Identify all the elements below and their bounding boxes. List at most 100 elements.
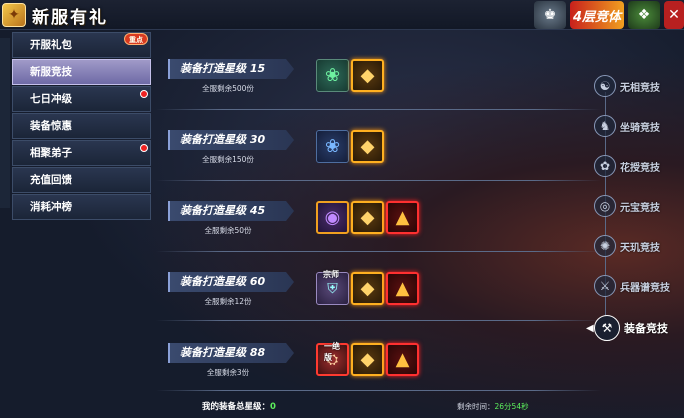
row-banner: 装备打造星级 88 (168, 343, 294, 363)
reward-row: 装备打造星级 30 全服剩余150份 ❀ ◆ (168, 128, 598, 188)
notification-dot (140, 144, 148, 152)
notification-dot (140, 90, 148, 98)
title-group: ✦ 新服有礼 (0, 0, 108, 30)
row-title: 装备打造星级 88 (180, 346, 266, 359)
sidebar: 开服礼包 重点 新服竞技 七日冲级 装备惊惠 相聚弟子 充值回馈 消耗冲榜 (12, 32, 151, 221)
row-title: 装备打造星级 15 (180, 62, 266, 75)
row-remaining: 全服剩余150份 (202, 155, 254, 164)
row-banner: 装备打造星级 60 (168, 272, 294, 292)
sidebar-item-label: 消耗冲榜 (30, 201, 72, 213)
row-divider (156, 390, 601, 391)
highlight-badge: 重点 (124, 33, 148, 45)
star-icon: ✺ (594, 235, 616, 257)
reward-row: 装备打造星级 15 全服剩余500份 ❀ ◆ (168, 57, 598, 117)
reward-items: ◉ ◆ ▲ (316, 201, 419, 234)
gift-icon[interactable]: ❖ (628, 1, 660, 29)
total-star-level: 我的装备总星级：0 (202, 400, 276, 412)
sidebar-item-seven-day-leveling[interactable]: 七日冲级 (12, 86, 151, 112)
blue-gem-icon[interactable]: ❀ (316, 130, 349, 163)
row-remaining: 全服剩余500份 (202, 84, 254, 93)
nav-label: 无相竞技 (620, 82, 660, 94)
flower-icon: ✿ (594, 155, 616, 177)
belt-icon[interactable]: ⛭ 一绝版 (316, 342, 349, 376)
nav-item-flower[interactable]: ✿ 花授竞技 (594, 155, 660, 177)
nav-label: 装备竞技 (624, 322, 668, 335)
remaining-time-value: 26分54秒 (494, 402, 529, 411)
nav-label: 坐骑竞技 (620, 122, 660, 134)
nav-item-equipment[interactable]: ◀ ⚒ 装备竞技 (586, 315, 668, 341)
purple-gem-icon[interactable]: ◉ (316, 201, 349, 234)
gold-scroll-icon[interactable]: ◆ (351, 130, 384, 163)
gold-scroll-icon[interactable]: ◆ (351, 272, 384, 305)
title-emblem-icon: ✦ (2, 3, 26, 27)
ranking-icon[interactable]: ♚ (534, 1, 566, 29)
row-divider (156, 251, 601, 252)
reward-items: ❀ ◆ (316, 130, 384, 163)
gold-ingot-icon[interactable]: ▲ (386, 201, 419, 234)
reward-items: ⛭ 一绝版 ◆ ▲ (316, 342, 419, 376)
coin-icon: ◎ (594, 195, 616, 217)
horse-icon: ♞ (594, 115, 616, 137)
sidebar-item-consumption-ranking[interactable]: 消耗冲榜 (12, 194, 151, 220)
sidebar-item-label: 开服礼包 (30, 39, 72, 51)
row-remaining: 全服剩余12份 (204, 297, 252, 306)
event-banner-button[interactable]: 4层竞体 (570, 1, 624, 29)
swords-icon: ⚔ (594, 275, 616, 297)
remaining-time-label: 剩余时间： (457, 402, 495, 411)
yin-yang-icon: ☯ (594, 75, 616, 97)
title-bar: ✦ 新服有礼 ♚ 4层竞体 ❖ ✕ (0, 0, 684, 30)
green-gem-icon[interactable]: ❀ (316, 59, 349, 92)
item-tag: 一绝版 (324, 342, 340, 362)
armor-icon[interactable]: ⛨ 宗师 (316, 270, 349, 305)
row-remaining: 全服剩余50份 (204, 226, 252, 235)
nav-item-mount[interactable]: ♞ 坐骑竞技 (594, 115, 660, 137)
nav-item-weapon-ranking[interactable]: ⚔ 兵器谱竞技 (594, 275, 670, 297)
sidebar-item-label: 相聚弟子 (30, 147, 72, 159)
row-divider (156, 320, 601, 321)
sidebar-item-label: 新服竞技 (30, 66, 72, 78)
row-title: 装备打造星级 45 (180, 204, 266, 217)
total-star-label: 我的装备总星级： (202, 402, 271, 412)
row-divider (156, 109, 601, 110)
nav-item-wuxiang[interactable]: ☯ 无相竞技 (594, 75, 660, 97)
total-star-value: 0 (270, 402, 276, 412)
row-title: 装备打造星级 30 (180, 133, 266, 146)
row-banner: 装备打造星级 45 (168, 201, 294, 221)
sidebar-item-label: 装备惊惠 (30, 120, 72, 132)
nav-item-tianji[interactable]: ✺ 天玑竞技 (594, 235, 660, 257)
row-title: 装备打造星级 60 (180, 275, 266, 288)
close-icon[interactable]: ✕ (664, 1, 684, 29)
item-tag: 宗师 (323, 270, 339, 279)
row-divider (156, 180, 601, 181)
reward-items: ⛨ 宗师 ◆ ▲ (316, 270, 419, 305)
gold-ingot-icon[interactable]: ▲ (386, 272, 419, 305)
reward-row: 装备打造星级 60 全服剩余12份 ⛨ 宗师 ◆ ▲ (168, 270, 598, 330)
active-arrow-icon: ◀ (586, 322, 594, 334)
row-banner: 装备打造星级 15 (168, 59, 294, 79)
gold-scroll-icon[interactable]: ◆ (351, 343, 384, 376)
gold-scroll-icon[interactable]: ◆ (351, 201, 384, 234)
sidebar-item-new-server-competition[interactable]: 新服竞技 (12, 59, 151, 85)
nav-label: 兵器谱竞技 (620, 282, 670, 294)
remaining-time: 剩余时间：26分54秒 (457, 401, 529, 412)
sidebar-item-equipment-deals[interactable]: 装备惊惠 (12, 113, 151, 139)
sidebar-item-gather-disciples[interactable]: 相聚弟子 (12, 140, 151, 166)
nav-label: 花授竞技 (620, 162, 660, 174)
nav-label: 元宝竞技 (620, 202, 660, 214)
gold-scroll-icon[interactable]: ◆ (351, 59, 384, 92)
sidebar-item-label: 充值回馈 (30, 174, 72, 186)
sidebar-item-recharge-rewards[interactable]: 充值回馈 (12, 167, 151, 193)
nav-item-yuanbao[interactable]: ◎ 元宝竞技 (594, 195, 660, 217)
nav-label: 天玑竞技 (620, 242, 660, 254)
gold-ingot-icon[interactable]: ▲ (386, 343, 419, 376)
reward-items: ❀ ◆ (316, 59, 384, 92)
row-banner: 装备打造星级 30 (168, 130, 294, 150)
reward-row: 装备打造星级 45 全服剩余50份 ◉ ◆ ▲ (168, 199, 598, 259)
hammer-icon: ⚒ (594, 315, 620, 341)
sidebar-item-open-server-pack[interactable]: 开服礼包 重点 (12, 32, 151, 58)
row-remaining: 全服剩余3份 (206, 368, 250, 377)
left-edge-panel (0, 38, 10, 208)
page-title: 新服有礼 (32, 7, 108, 28)
top-icon-bar: ♚ 4层竞体 ❖ ✕ (534, 0, 684, 30)
reward-row: 装备打造星级 88 全服剩余3份 ⛭ 一绝版 ◆ ▲ (168, 341, 598, 401)
